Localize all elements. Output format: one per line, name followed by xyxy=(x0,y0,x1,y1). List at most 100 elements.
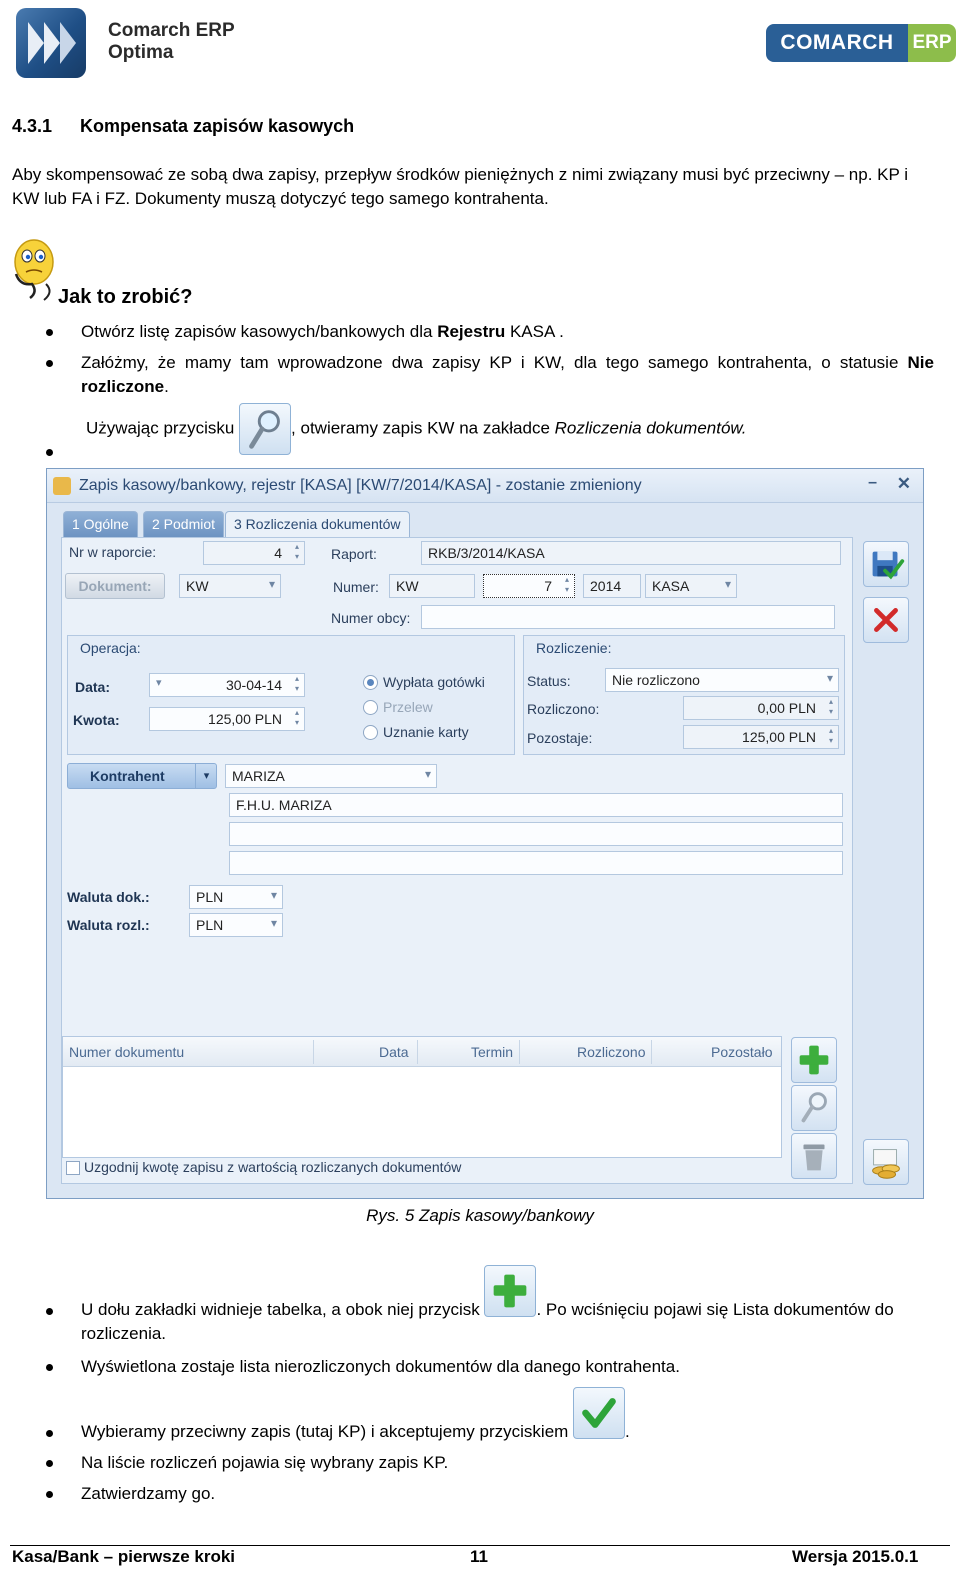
pozostaje-field[interactable]: 125,00 PLN xyxy=(683,725,839,749)
nr-w-raporcie-label: Nr w raporcie: xyxy=(69,544,157,560)
settlement-table: Numer dokumentu Data Termin Rozliczono P… xyxy=(62,1036,782,1158)
magnifier-icon xyxy=(801,1092,827,1123)
trash-icon xyxy=(803,1144,825,1171)
figure-caption: Rys. 5 Zapis kasowy/bankowy xyxy=(366,1206,594,1225)
plus-icon xyxy=(484,1264,537,1317)
bullet-icon xyxy=(46,1430,53,1437)
rozliczono-label: Rozliczono: xyxy=(527,701,600,717)
rozliczono-field[interactable]: 0,00 PLN xyxy=(683,696,839,720)
kwota-label: Kwota: xyxy=(73,712,120,728)
waluta-dok-select[interactable]: PLN xyxy=(189,885,283,909)
numer-prefix-field[interactable]: KW xyxy=(389,574,475,598)
numer-number-field[interactable]: 7 xyxy=(483,574,575,598)
address-line1-field[interactable] xyxy=(229,822,843,846)
waluta-rozl-label: Waluta rozl.: xyxy=(67,917,150,933)
data-value: 30-04-14 xyxy=(225,677,282,693)
bullet-icon xyxy=(46,1364,53,1371)
dokument-button[interactable]: Dokument: xyxy=(65,573,165,599)
step-7: Na liście rozliczeń pojawia się wybrany … xyxy=(46,1451,934,1475)
checkmark-icon xyxy=(573,1386,626,1439)
uzgodnij-checkbox[interactable]: Uzgodnij kwotę zapisu z wartością rozlic… xyxy=(66,1159,461,1175)
intro-paragraph: Aby skompensować ze sobą dwa zapisy, prz… xyxy=(12,165,909,208)
data-field[interactable]: ▾ 30-04-14 xyxy=(149,673,305,697)
step-4: U dołu zakładki widnieje tabelka, a obok… xyxy=(46,1262,934,1346)
bullet-icon xyxy=(46,329,53,336)
radio-uznanie-karty[interactable]: Uznanie karty xyxy=(363,724,469,740)
numer-obcy-label: Numer obcy: xyxy=(331,610,411,626)
radio-wyplata-gotowki[interactable]: Wypłata gotówki xyxy=(363,674,485,690)
dokument-select[interactable]: KW xyxy=(179,574,281,598)
step-5-text: Wyświetlona zostaje lista nierozliczonyc… xyxy=(81,1357,680,1376)
delete-icon xyxy=(874,608,898,632)
window-app-icon xyxy=(53,477,71,495)
step-2-text: Załóżmy, że mamy tam wprowadzone dwa zap… xyxy=(81,353,908,372)
kontrahent-name-field[interactable]: F.H.U. MARIZA xyxy=(229,793,843,817)
remove-document-button[interactable] xyxy=(791,1133,837,1179)
waluta-dok-label: Waluta dok.: xyxy=(67,889,150,905)
bullet-icon xyxy=(46,1308,53,1315)
tab-podmiot[interactable]: 2 Podmiot xyxy=(143,511,225,537)
step-1-bold: Rejestru xyxy=(437,322,506,341)
page-number: 11 xyxy=(470,1547,488,1566)
step-6-end: . xyxy=(625,1422,630,1441)
save-button[interactable] xyxy=(863,541,909,587)
tab-ogolne[interactable]: 1 Ogólne xyxy=(63,511,138,537)
step-1-end: KASA . xyxy=(505,322,564,341)
brand-tag: ERP xyxy=(908,24,956,62)
kwota-field[interactable]: 125,00 PLN xyxy=(149,707,305,731)
thinker-icon xyxy=(14,239,54,301)
settle-button[interactable] xyxy=(863,1139,909,1185)
delete-button[interactable] xyxy=(863,597,909,643)
bullet-icon xyxy=(46,1460,53,1467)
pozostaje-label: Pozostaje: xyxy=(527,730,593,746)
radio-przelew[interactable]: Przelew xyxy=(363,699,433,715)
col-termin[interactable]: Termin xyxy=(471,1044,513,1060)
col-pozostalo[interactable]: Pozostało xyxy=(711,1044,772,1060)
tab-rozliczenia[interactable]: 3 Rozliczenia dokumentów xyxy=(225,511,410,539)
minimize-button[interactable]: – xyxy=(868,474,877,492)
nr-w-raporcie-field[interactable]: 4 xyxy=(203,541,305,565)
window-titlebar: Zapis kasowy/bankowy, rejestr [KASA] [KW… xyxy=(47,469,923,503)
plus-icon xyxy=(799,1045,829,1075)
numer-register-select[interactable]: KASA xyxy=(645,574,737,598)
step-4-text: U dołu zakładki widnieje tabelka, a obok… xyxy=(81,1300,485,1319)
bullet-icon xyxy=(46,1491,53,1498)
footer-divider xyxy=(10,1545,950,1546)
preview-document-button[interactable] xyxy=(791,1085,837,1131)
howto-heading: Jak to zrobić? xyxy=(58,286,193,308)
add-document-button[interactable] xyxy=(791,1037,837,1083)
bullet-icon xyxy=(46,360,53,367)
kontrahent-select[interactable]: MARIZA xyxy=(225,764,437,788)
numer-label: Numer: xyxy=(333,579,379,595)
col-numer-dokumentu[interactable]: Numer dokumentu xyxy=(69,1044,184,1060)
data-label: Data: xyxy=(75,679,111,695)
operacja-title: Operacja: xyxy=(80,640,141,656)
step-1-text: Otwórz listę zapisów kasowych/bankowych … xyxy=(81,322,438,341)
col-data[interactable]: Data xyxy=(379,1044,409,1060)
save-icon xyxy=(872,551,905,580)
address-line2-field[interactable] xyxy=(229,851,843,875)
step-8: Zatwierdzamy go. xyxy=(46,1482,934,1506)
numer-year-field[interactable]: 2014 xyxy=(583,574,641,598)
status-select[interactable]: Nie rozliczono xyxy=(605,668,839,692)
numer-obcy-field[interactable] xyxy=(421,605,835,629)
rozliczenie-title: Rozliczenie: xyxy=(536,640,612,656)
product-name: Comarch ERP Optima xyxy=(108,20,235,64)
section-number: 4.3.1 xyxy=(12,116,53,136)
section-title: Kompensata zapisów kasowych xyxy=(80,116,355,136)
step-2-end: . xyxy=(164,377,169,396)
magnifier-icon xyxy=(239,403,292,455)
col-rozliczono[interactable]: Rozliczono xyxy=(577,1044,645,1060)
step-3-mid: , otwieramy zapis KW na zakładce xyxy=(291,418,555,438)
step-3-italic: Rozliczenia dokumentów. xyxy=(554,418,747,438)
step-3: Używając przycisku , otwieramy zapis KW … xyxy=(46,403,934,456)
step-8-text: Zatwierdzamy go. xyxy=(81,1484,216,1503)
brand-main: COMARCH xyxy=(766,24,908,62)
kontrahent-dropdown-icon[interactable]: ▾ xyxy=(195,763,217,789)
raport-field[interactable]: RKB/3/2014/KASA xyxy=(421,541,841,565)
waluta-rozl-select[interactable]: PLN xyxy=(189,913,283,937)
coins-icon xyxy=(872,1149,900,1179)
window-title: Zapis kasowy/bankowy, rejestr [KASA] [KW… xyxy=(79,477,642,494)
step-1: Otwórz listę zapisów kasowych/bankowych … xyxy=(46,320,934,344)
close-button[interactable]: ✕ xyxy=(897,474,911,494)
